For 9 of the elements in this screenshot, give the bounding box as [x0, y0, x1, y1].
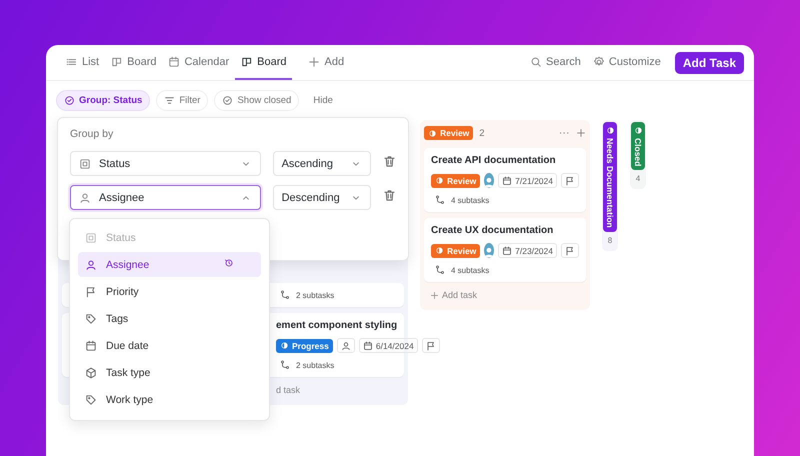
task-title: Create API documentation [431, 155, 557, 166]
task-count: 8 [608, 236, 612, 245]
task-title: Create UX documentation [431, 225, 554, 236]
task-title: ement component styling [276, 320, 397, 331]
task-count: 4 [636, 174, 640, 184]
task-count: 2 [479, 128, 485, 138]
status-badge: Needs Documentation [603, 122, 617, 232]
panel-title: Group by [70, 128, 114, 140]
status-badge: Closed [631, 122, 645, 170]
